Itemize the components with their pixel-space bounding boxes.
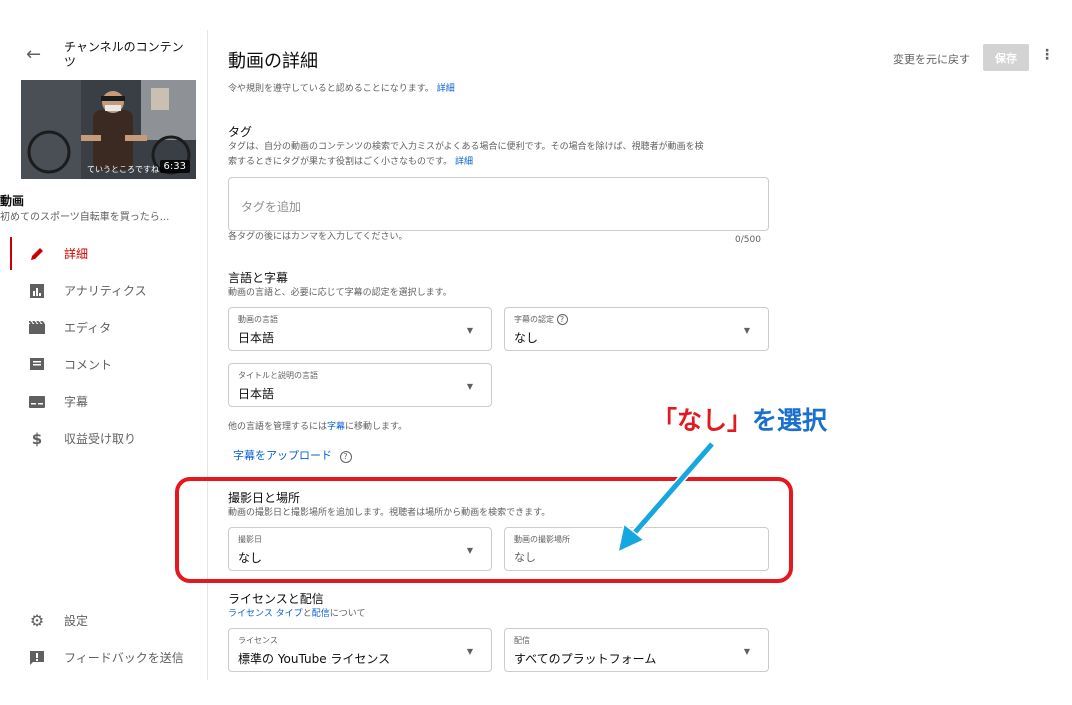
sidebar-item-label: 収益受け取り [64, 432, 137, 446]
video-language-select[interactable]: 動画の言語 日本語 ▼ [228, 307, 492, 351]
license-title: ライセンスと配信 [228, 592, 324, 606]
thumbnail-caption: ていうところですね [87, 165, 159, 174]
help-icon[interactable]: ? [339, 451, 352, 463]
editor-icon [28, 321, 46, 334]
caret-down-icon: ▼ [743, 647, 750, 656]
sidebar-nav: 詳細 アナリティクス エディタ コメント 字幕 $ 収益受け取り [0, 235, 208, 457]
annotation-arrow-icon [616, 441, 716, 554]
video-label: 動画 [0, 194, 25, 208]
distribution-select[interactable]: 配信 すべてのプラットフォーム ▼ [504, 628, 769, 672]
caret-down-icon: ▼ [466, 326, 473, 335]
save-button[interactable]: 保存 [983, 44, 1029, 71]
video-subtitle: 初めてのスポーツ自転車を買ったら... [0, 212, 170, 223]
caret-down-icon: ▼ [743, 326, 750, 335]
sidebar: ← チャンネルのコンテンツ ていうところですね 6:33 動画 初めてのスポーツ… [0, 30, 208, 680]
duration-badge: 6:33 [159, 160, 190, 173]
comment-icon [28, 357, 46, 372]
terms-text: 令や規則を遵守していると認めることになります。 詳細 [228, 84, 455, 94]
analytics-icon [28, 283, 46, 298]
tags-hint: 各タグの後にはカンマを入力してください。 [228, 232, 408, 242]
feedback-icon [28, 650, 46, 665]
annotation-label: 「なし」を選択 [652, 406, 828, 435]
pencil-icon [28, 247, 46, 261]
manage-languages-text: 他の言語を管理するには字幕に移動します。 [228, 422, 408, 432]
language-description: 動画の言語と、必要に応じて字幕の認定を選択します。 [228, 288, 452, 298]
license-select[interactable]: ライセンス 標準の YouTube ライセンス ▼ [228, 628, 492, 672]
tags-input[interactable]: タグを追加 [228, 177, 769, 231]
sidebar-item-label: エディタ [64, 321, 112, 335]
language-title: 言語と字幕 [228, 271, 289, 285]
sidebar-item-details[interactable]: 詳細 [0, 235, 208, 272]
sidebar-item-feedback[interactable]: フィードバックを送信 [0, 639, 208, 676]
sidebar-item-label: アナリティクス [64, 284, 147, 298]
undo-changes-button[interactable]: 変更を元に戻す [893, 51, 970, 67]
more-options-icon[interactable]: ⋮ [1040, 47, 1054, 63]
tags-placeholder: タグを追加 [241, 200, 302, 214]
caret-down-icon: ▼ [466, 647, 473, 656]
page-title: 動画の詳細 [228, 51, 318, 72]
sidebar-bottom-nav: ⚙ 設定 フィードバックを送信 [0, 602, 208, 676]
dollar-icon: $ [31, 429, 43, 448]
title-language-select[interactable]: タイトルと説明の言語 日本語 ▼ [228, 363, 492, 407]
sidebar-item-subtitles[interactable]: 字幕 [0, 383, 208, 420]
upload-subtitles-link[interactable]: 字幕をアップロード ? [233, 447, 352, 463]
distribution-link[interactable]: 配信 [312, 609, 330, 619]
sidebar-item-label: コメント [64, 358, 113, 372]
sidebar-item-analytics[interactable]: アナリティクス [0, 272, 208, 309]
subtitles-link[interactable]: 字幕 [327, 422, 345, 432]
tags-title: タグ [228, 125, 253, 139]
license-type-link[interactable]: ライセンス タイプ [228, 609, 303, 619]
caret-down-icon: ▼ [466, 382, 473, 391]
tags-counter: 0/500 [735, 235, 761, 245]
video-thumbnail[interactable]: ていうところですね 6:33 [21, 80, 196, 179]
details-link[interactable]: 詳細 [437, 84, 455, 94]
caption-certification-select[interactable]: 字幕の認定 ? なし ▼ [504, 307, 769, 351]
gear-icon: ⚙ [29, 611, 45, 630]
sidebar-item-label: 詳細 [64, 247, 89, 261]
license-links: ライセンス タイプと配信について [228, 609, 366, 619]
sidebar-item-settings[interactable]: ⚙ 設定 [0, 602, 208, 639]
sidebar-item-comments[interactable]: コメント [0, 346, 208, 383]
subtitles-icon [28, 395, 46, 408]
sidebar-item-label: 字幕 [64, 395, 89, 409]
sidebar-item-monetization[interactable]: $ 収益受け取り [0, 420, 208, 457]
help-icon[interactable]: ? [556, 314, 568, 325]
sidebar-item-label: フィードバックを送信 [64, 651, 184, 665]
tags-description: タグは、自分の動画のコンテンツの検索で入力ミスがよくある場合に便利です。その場合… [228, 142, 704, 167]
arrow-left-icon[interactable]: ← [26, 44, 41, 65]
sidebar-item-editor[interactable]: エディタ [0, 309, 208, 346]
channel-content-link[interactable]: チャンネルのコンテンツ [64, 40, 192, 70]
sidebar-item-label: 設定 [64, 614, 89, 628]
tags-details-link[interactable]: 詳細 [455, 157, 473, 167]
